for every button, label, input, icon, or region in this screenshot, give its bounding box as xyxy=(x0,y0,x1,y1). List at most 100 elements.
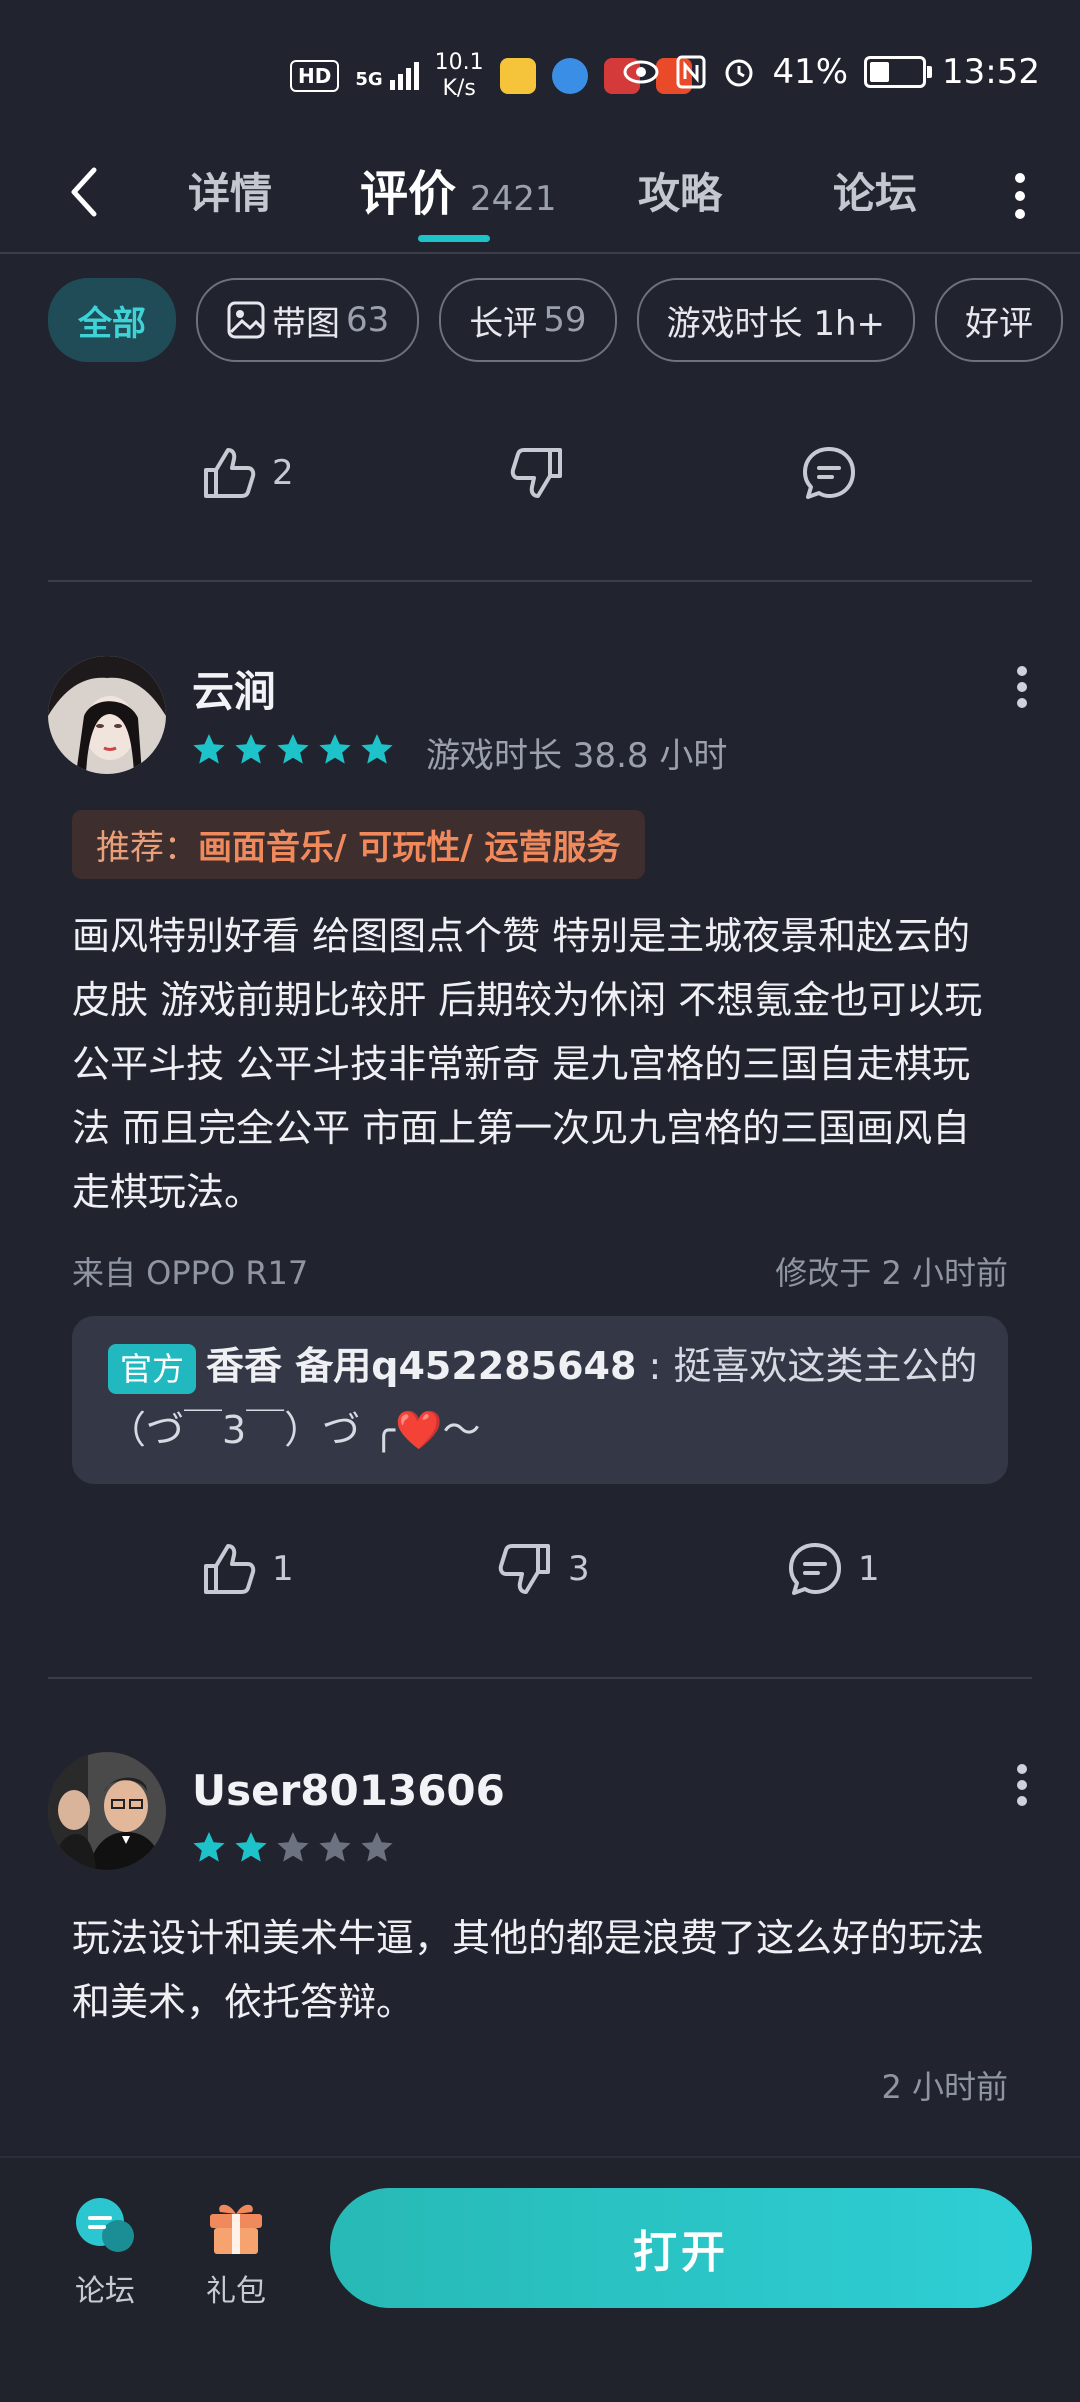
comment-count: 1 xyxy=(858,1549,880,1589)
recommend-items: 画面音乐/ 可玩性/ 运营服务 xyxy=(198,828,621,868)
review-more-icon[interactable] xyxy=(1012,1758,1032,1818)
star-filled-icon xyxy=(277,734,309,764)
gift-button[interactable]: 礼包 xyxy=(206,2196,266,2310)
thumbs-down-icon xyxy=(510,448,562,498)
hd-indicator: HD xyxy=(290,60,340,92)
like-count: 2 xyxy=(272,453,294,493)
avatar[interactable] xyxy=(48,656,166,774)
star-filled-icon xyxy=(193,1832,225,1862)
star-filled-icon xyxy=(193,734,225,764)
net-speed: 10.1 K/s xyxy=(435,50,484,102)
filter-positive[interactable]: 好评 xyxy=(935,278,1064,362)
filter-playtime[interactable]: 游戏时长 1h+ xyxy=(636,278,916,362)
playtime: 游戏时长 38.8 小时 xyxy=(426,736,728,776)
filter-long-reviews[interactable]: 长评 59 xyxy=(439,278,617,362)
forum-icon xyxy=(76,2198,134,2252)
forum-label: 论坛 xyxy=(75,2274,135,2309)
dislike-count: 3 xyxy=(568,1549,590,1589)
star-filled-icon xyxy=(361,734,393,764)
comment-button[interactable]: 1 xyxy=(786,1540,880,1598)
star-filled-icon xyxy=(235,1832,267,1862)
avatar[interactable] xyxy=(48,1752,166,1870)
review-count: 2421 xyxy=(470,179,557,219)
star-empty-icon xyxy=(361,1832,393,1862)
active-tab-indicator xyxy=(418,235,490,242)
thumbs-up-icon xyxy=(204,448,256,498)
tab-label: 评价 xyxy=(360,166,457,222)
recommend-tags: 推荐：画面音乐/ 可玩性/ 运营服务 xyxy=(72,810,645,879)
reply-separator: : xyxy=(636,1344,674,1388)
open-button-label: 打开 xyxy=(633,2227,729,2278)
filter-label: 全部 xyxy=(78,303,146,344)
dislike-button[interactable] xyxy=(508,444,566,502)
review-time: 2 小时前 xyxy=(881,2068,1008,2106)
official-reply[interactable]: 官方 香香 备用q452285648 : 挺喜欢这类主公的（づ￣3￣）づ ╭❤️～ xyxy=(72,1316,1008,1484)
star-filled-icon xyxy=(235,734,267,764)
review-device: 来自 OPPO R17 xyxy=(72,1254,309,1292)
battery-icon xyxy=(864,56,933,88)
net-speed-unit: K/s xyxy=(442,76,476,101)
filter-count: 63 xyxy=(346,300,390,340)
open-button[interactable]: 打开 xyxy=(330,2188,1032,2308)
like-count: 1 xyxy=(272,1549,294,1589)
tab-reviews[interactable]: 评价 2421 xyxy=(360,154,557,224)
dislike-button[interactable]: 3 xyxy=(496,1540,590,1598)
tab-label: 攻略 xyxy=(638,169,723,218)
review-more-icon[interactable] xyxy=(1012,660,1032,720)
alarm-icon xyxy=(725,59,753,87)
filter-label: 游戏时长 1h+ xyxy=(666,303,886,344)
comment-icon xyxy=(803,447,855,499)
star-empty-icon xyxy=(319,1832,351,1862)
filter-chips: 全部 带图 63 长评 59 游戏时长 1h+ 好评 xyxy=(48,278,1080,362)
forum-button[interactable]: 论坛 xyxy=(72,2196,138,2310)
tab-label: 论坛 xyxy=(833,169,918,218)
like-button[interactable]: 1 xyxy=(200,1540,294,1598)
review-modified-time: 修改于 2 小时前 xyxy=(775,1254,1008,1292)
filter-all[interactable]: 全部 xyxy=(48,278,176,362)
comment-button[interactable] xyxy=(800,444,858,502)
signal-icon: 5G xyxy=(355,62,419,90)
notification-app-icon xyxy=(499,58,536,94)
star-empty-icon xyxy=(277,1832,309,1862)
tab-details[interactable]: 详情 xyxy=(188,160,272,221)
review-content: 玩法设计和美术牛逼，其他的都是浪费了这么好的玩法和美术，依托答辩。 xyxy=(72,1916,985,2024)
like-button[interactable]: 2 xyxy=(200,444,294,502)
divider xyxy=(48,580,1032,582)
rating-stars xyxy=(192,1830,394,1864)
rating-stars xyxy=(192,732,394,766)
prev-review-actions: 2 xyxy=(0,444,1080,524)
bottom-bar: 论坛 礼包 打开 xyxy=(0,2156,1080,2402)
more-options-icon[interactable] xyxy=(1010,165,1030,225)
review-username[interactable]: User8013606 xyxy=(192,1766,505,1815)
filter-count: 59 xyxy=(543,300,587,340)
review-actions: 1 3 1 xyxy=(0,1540,1080,1620)
filter-label: 带图 xyxy=(272,303,340,344)
gift-icon xyxy=(210,2204,262,2254)
official-tag: 官方 xyxy=(108,1343,197,1394)
status-bar: HD 5G 10.1 K/s 41% 13:52 xyxy=(0,0,1080,150)
tab-forum[interactable]: 论坛 xyxy=(833,160,917,221)
top-nav: 详情 评价 2421 攻略 论坛 xyxy=(0,140,1080,254)
clock: 13:52 xyxy=(942,52,1040,92)
net-speed-value: 10.1 xyxy=(434,50,484,75)
filter-with-images[interactable]: 带图 63 xyxy=(196,278,420,362)
thumbs-down-icon xyxy=(498,1544,550,1594)
divider xyxy=(48,1677,1032,1679)
comment-icon xyxy=(789,1543,841,1595)
image-icon xyxy=(227,301,265,339)
nfc-icon xyxy=(676,55,706,89)
tab-guides[interactable]: 攻略 xyxy=(638,160,722,221)
star-filled-icon xyxy=(319,734,351,764)
back-arrow-icon[interactable] xyxy=(60,162,110,222)
notification-browser-icon xyxy=(551,58,588,94)
filter-label: 长评 xyxy=(469,303,538,344)
review-username[interactable]: 云涧 xyxy=(192,658,276,719)
filter-label: 好评 xyxy=(965,303,1034,344)
reply-author[interactable]: 香香 备用q452285648 xyxy=(206,1344,636,1388)
tab-label: 详情 xyxy=(188,169,273,218)
eye-icon xyxy=(623,60,659,84)
network-type: 5G xyxy=(355,69,383,90)
recommend-prefix: 推荐： xyxy=(96,828,198,868)
battery-percent: 41% xyxy=(772,52,849,92)
review-content: 画风特别好看 给图图点个赞 特别是主城夜景和赵云的皮肤 游戏前期比较肝 后期较为… xyxy=(72,914,983,1214)
